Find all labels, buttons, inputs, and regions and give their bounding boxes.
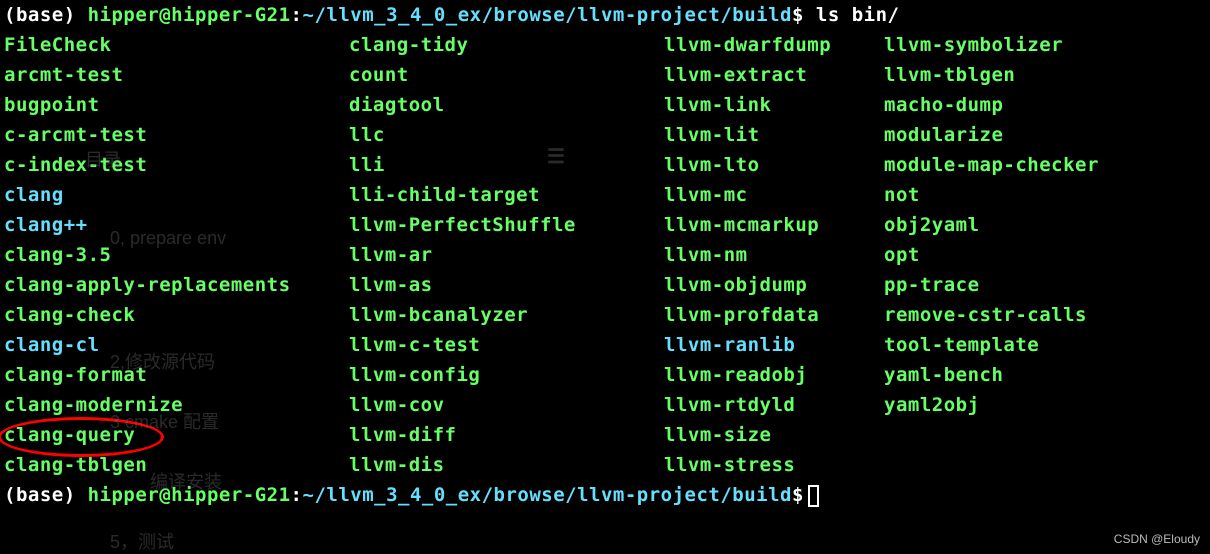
file-entry: yaml2obj	[884, 390, 1206, 420]
file-entry: not	[884, 180, 1206, 210]
file-entry: llvm-stress	[664, 450, 884, 480]
file-entry: llvm-extract	[664, 60, 884, 90]
file-entry: pp-trace	[884, 270, 1206, 300]
file-entry: llvm-symbolizer	[884, 30, 1206, 60]
listing-col-2: clang-tidycountdiagtoolllcllilli-child-t…	[349, 30, 664, 480]
file-entry: lli	[349, 150, 664, 180]
file-entry: clang-tidy	[349, 30, 664, 60]
file-entry: llvm-readobj	[664, 360, 884, 390]
file-entry: llvm-config	[349, 360, 664, 390]
listing-col-1: FileCheckarcmt-testbugpointc-arcmt-testc…	[4, 30, 349, 480]
file-entry: llvm-as	[349, 270, 664, 300]
listing-col-3: llvm-dwarfdumpllvm-extractllvm-linkllvm-…	[664, 30, 884, 480]
cwd-path: ~/llvm_3_4_0_ex/browse/llvm-project/buil…	[303, 484, 793, 506]
conda-env: (base)	[4, 4, 88, 26]
listing-col-4: llvm-symbolizerllvm-tblgenmacho-dumpmodu…	[884, 30, 1206, 480]
file-entry: llvm-lit	[664, 120, 884, 150]
colon: :	[291, 484, 303, 506]
file-entry: llvm-rtdyld	[664, 390, 884, 420]
terminal-cursor[interactable]	[808, 485, 819, 507]
file-entry: clang-format	[4, 360, 349, 390]
file-entry: diagtool	[349, 90, 664, 120]
file-entry: macho-dump	[884, 90, 1206, 120]
file-entry: opt	[884, 240, 1206, 270]
file-entry: c-arcmt-test	[4, 120, 349, 150]
user-host: hipper@hipper-G21	[88, 484, 291, 506]
file-entry: llc	[349, 120, 664, 150]
ls-output: FileCheckarcmt-testbugpointc-arcmt-testc…	[4, 30, 1206, 480]
file-entry: llvm-PerfectShuffle	[349, 210, 664, 240]
file-entry: llvm-dis	[349, 450, 664, 480]
file-entry: llvm-bcanalyzer	[349, 300, 664, 330]
user-host: hipper@hipper-G21	[88, 4, 291, 26]
file-entry: clang	[4, 180, 349, 210]
file-entry: llvm-profdata	[664, 300, 884, 330]
cwd-path: ~/llvm_3_4_0_ex/browse/llvm-project/buil…	[303, 4, 793, 26]
colon: :	[291, 4, 303, 26]
file-entry: clang++	[4, 210, 349, 240]
terminal-output: (base) hipper@hipper-G21:~/llvm_3_4_0_ex…	[0, 0, 1210, 510]
file-entry: remove-cstr-calls	[884, 300, 1206, 330]
prompt-line-2: (base) hipper@hipper-G21:~/llvm_3_4_0_ex…	[4, 480, 1206, 510]
file-entry: c-index-test	[4, 150, 349, 180]
file-entry: FileCheck	[4, 30, 349, 60]
file-entry: llvm-objdump	[664, 270, 884, 300]
file-entry: llvm-tblgen	[884, 60, 1206, 90]
file-entry: llvm-dwarfdump	[664, 30, 884, 60]
file-entry: yaml-bench	[884, 360, 1206, 390]
file-entry: llvm-link	[664, 90, 884, 120]
file-entry: count	[349, 60, 664, 90]
file-entry: tool-template	[884, 330, 1206, 360]
file-entry: clang-modernize	[4, 390, 349, 420]
file-entry: llvm-ranlib	[664, 330, 884, 360]
file-entry: lli-child-target	[349, 180, 664, 210]
file-entry: clang-check	[4, 300, 349, 330]
prompt-line-1: (base) hipper@hipper-G21:~/llvm_3_4_0_ex…	[4, 0, 1206, 30]
file-entry: llvm-lto	[664, 150, 884, 180]
file-entry: llvm-nm	[664, 240, 884, 270]
file-entry: llvm-diff	[349, 420, 664, 450]
prompt-dollar: $	[792, 4, 804, 26]
prompt-dollar: $	[792, 484, 804, 506]
file-entry: clang-apply-replacements	[4, 270, 349, 300]
file-entry: arcmt-test	[4, 60, 349, 90]
watermark: CSDN @Eloudy	[1114, 532, 1200, 546]
file-entry: obj2yaml	[884, 210, 1206, 240]
file-entry: llvm-mcmarkup	[664, 210, 884, 240]
file-entry: llvm-mc	[664, 180, 884, 210]
file-entry: modularize	[884, 120, 1206, 150]
file-entry: llvm-c-test	[349, 330, 664, 360]
file-entry: llvm-size	[664, 420, 884, 450]
file-entry: llvm-ar	[349, 240, 664, 270]
file-entry: bugpoint	[4, 90, 349, 120]
conda-env: (base)	[4, 484, 88, 506]
file-entry: module-map-checker	[884, 150, 1206, 180]
file-entry: clang-query	[4, 420, 349, 450]
file-entry: clang-3.5	[4, 240, 349, 270]
file-entry: llvm-cov	[349, 390, 664, 420]
file-entry: clang-cl	[4, 330, 349, 360]
ghost-text: 5，测试	[110, 528, 174, 554]
command-text[interactable]: ls bin/	[816, 4, 900, 26]
file-entry: clang-tblgen	[4, 450, 349, 480]
